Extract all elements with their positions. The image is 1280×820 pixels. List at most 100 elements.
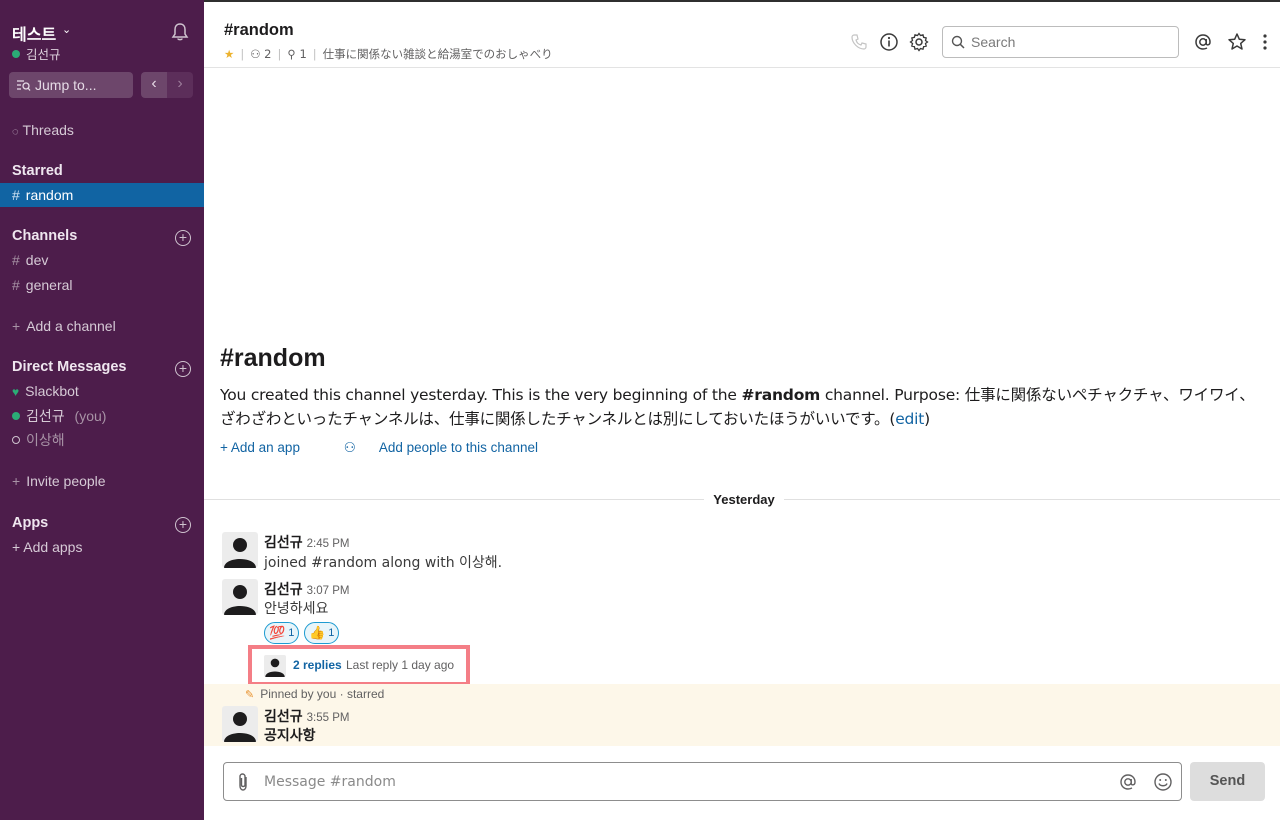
sidebar-item-label: 김선규: [26, 408, 65, 424]
workspace-name[interactable]: 테스트: [12, 21, 56, 45]
message-time[interactable]: 3:55 PM: [307, 712, 350, 724]
message-composer: [223, 762, 1182, 801]
author-name[interactable]: 김선규: [264, 535, 303, 551]
message-author[interactable]: 김선규 3:55 PM: [264, 706, 349, 726]
sidebar-item-dm-user[interactable]: 이상해: [0, 428, 204, 452]
edit-purpose-link[interactable]: edit: [895, 410, 924, 428]
thumbs-up-emoji-icon: 👍: [309, 625, 326, 640]
plus-icon: +: [12, 318, 21, 334]
dm-section-title[interactable]: Direct Messages: [12, 359, 126, 375]
bell-icon[interactable]: [170, 22, 190, 42]
jump-to-label: Jump to...: [35, 77, 97, 93]
person-icon: [224, 712, 256, 742]
member-count[interactable]: 2: [264, 47, 271, 61]
sidebar-item-random[interactable]: # random: [0, 183, 204, 207]
channel-meta: ★ | ⚇ 2 | ⚲ 1 | 仕事に関係ない雑談と給湯室でのおしゃべり: [224, 47, 553, 61]
pin-count[interactable]: 1: [299, 47, 306, 61]
sidebar-item-general[interactable]: # general: [0, 273, 204, 297]
add-channel-label: Add a channel: [26, 318, 116, 334]
channel-topic[interactable]: 仕事に関係ない雑談と給湯室でのおしゃべり: [323, 47, 553, 61]
author-name[interactable]: 김선규: [264, 582, 303, 598]
sidebar-item-self[interactable]: 김선규 (you): [0, 404, 204, 428]
info-icon[interactable]: [879, 32, 899, 52]
sidebar-item-dev[interactable]: # dev: [0, 248, 204, 272]
thread-avatar: [264, 655, 286, 677]
add-app-link[interactable]: + Add an app: [220, 440, 320, 455]
paperclip-icon[interactable]: [234, 772, 252, 792]
reaction-100[interactable]: 💯 1: [264, 622, 300, 644]
jump-to-button[interactable]: Jump to...: [9, 72, 133, 98]
pin-icon[interactable]: ⚲: [287, 47, 295, 61]
add-apps-button[interactable]: + Add apps: [0, 535, 204, 559]
add-channel-button[interactable]: + Add a channel: [0, 314, 204, 338]
at-icon[interactable]: [1193, 32, 1213, 52]
starred-icon[interactable]: ★: [224, 47, 234, 61]
add-people-link[interactable]: ⚇ Add people to this channel: [344, 440, 558, 455]
thread-replies-link[interactable]: 2 replies: [293, 658, 342, 672]
you-suffix: (you): [74, 408, 107, 424]
channels-section-title[interactable]: Channels: [12, 228, 77, 244]
search-icon: [951, 35, 965, 49]
sidebar-item-slackbot[interactable]: ♥ Slackbot: [0, 379, 204, 403]
chevron-right-icon: ›: [177, 75, 183, 92]
chevron-left-icon: ‹: [151, 75, 157, 92]
back-button[interactable]: ‹: [141, 72, 167, 98]
person-icon: [224, 585, 256, 615]
phone-icon[interactable]: [849, 32, 869, 52]
starred-section-title[interactable]: Starred: [12, 163, 63, 179]
sidebar: 테스트 ⌄ 김선규 Jump to... ‹ › ◌ Threads Starre…: [0, 0, 204, 820]
search-input[interactable]: Search: [942, 26, 1179, 58]
workspace-header[interactable]: 테스트 ⌄ 김선규: [12, 20, 192, 64]
gear-icon[interactable]: [909, 32, 929, 52]
sidebar-item-label: Threads: [22, 122, 74, 138]
intro-text-suffix: ): [924, 410, 931, 428]
apps-section-title[interactable]: Apps: [12, 515, 48, 531]
threads-icon: ◌: [12, 126, 19, 138]
add-dm-icon[interactable]: +: [175, 361, 191, 377]
jump-icon: [17, 80, 31, 91]
invite-people-button[interactable]: + Invite people: [0, 469, 204, 493]
at-icon[interactable]: [1118, 772, 1138, 792]
current-user-name: 김선규: [26, 47, 61, 62]
intro-text-prefix: You created this channel yesterday. This…: [220, 386, 742, 404]
members-icon[interactable]: ⚇: [250, 47, 260, 61]
avatar[interactable]: [222, 579, 258, 615]
add-people-label: Add people to this channel: [378, 440, 538, 455]
intro-title: #random: [220, 344, 326, 372]
hash-icon: #: [12, 252, 20, 268]
day-divider-label: Yesterday: [704, 490, 784, 510]
avatar[interactable]: [222, 706, 258, 742]
thread-summary[interactable]: 2 replies Last reply 1 day ago: [248, 645, 470, 686]
add-app-icon[interactable]: +: [175, 517, 191, 533]
add-channel-icon[interactable]: +: [175, 230, 191, 246]
more-icon[interactable]: [1255, 32, 1275, 52]
message-author[interactable]: 김선규 2:45 PM: [264, 532, 349, 552]
star-icon[interactable]: [1227, 32, 1247, 52]
message-author[interactable]: 김선규 3:07 PM: [264, 579, 349, 599]
pin-note-text: Pinned by you · starred: [260, 687, 385, 701]
hash-icon: #: [12, 187, 20, 203]
message-text: 안녕하세요: [264, 601, 329, 617]
heart-icon: ♥: [12, 385, 20, 399]
author-name[interactable]: 김선규: [264, 709, 303, 725]
channel-title[interactable]: #random: [224, 21, 294, 40]
person-icon: ⚇: [343, 440, 356, 455]
sidebar-item-label: random: [25, 187, 74, 203]
pin-note: ✎ Pinned by you · starred: [245, 687, 384, 701]
pin-icon: ✎: [245, 689, 255, 701]
hash-icon: #: [12, 277, 20, 293]
intro-channel-name: #random: [741, 386, 821, 404]
avatar[interactable]: [222, 532, 258, 568]
message-time[interactable]: 3:07 PM: [307, 585, 350, 597]
presence-away-icon: [12, 436, 20, 444]
sidebar-item-threads[interactable]: ◌ Threads: [0, 118, 204, 142]
sidebar-item-label: general: [25, 277, 73, 293]
current-user: 김선규: [12, 44, 61, 63]
reaction-thumbsup[interactable]: 👍 1: [304, 622, 340, 644]
thread-last-reply: Last reply 1 day ago: [346, 658, 455, 672]
send-button[interactable]: Send: [1190, 762, 1265, 801]
emoji-icon[interactable]: [1153, 772, 1173, 792]
message-time[interactable]: 2:45 PM: [307, 538, 350, 550]
forward-button[interactable]: ›: [167, 72, 193, 98]
message-input[interactable]: [264, 763, 1104, 800]
